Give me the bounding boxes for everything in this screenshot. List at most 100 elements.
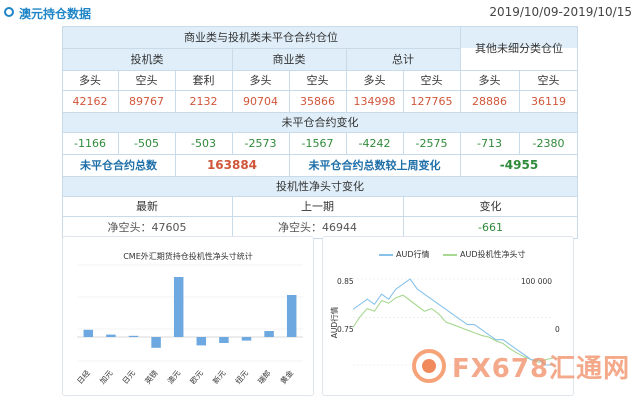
bar-7 [241, 337, 252, 341]
fx678-watermark: FX678汇通网 [412, 344, 630, 388]
bar-category-label: 瑞郎 [255, 368, 272, 386]
grid-line [232, 132, 233, 154]
grid-line [519, 70, 520, 112]
bar-category-label: 日经 [75, 367, 93, 385]
net-position-bar-chart: 日经 加元 日元 英镑 澳元 欧元 新元 纽元 瑞郎 黄金 [75, 264, 303, 386]
fx678-logo-icon [412, 349, 446, 383]
bar-6 [219, 337, 229, 343]
commercial-group-header: 商业类与投机类未平仓合约仓位 [184, 31, 338, 44]
change-cell: -505 [134, 136, 159, 150]
total-header: 总计 [392, 53, 414, 66]
net-position-bar-panel: CME外汇期货持仓投机性净头寸统计 日经 加元 日元 英镑 澳元 欧元 新元 纽元 瑞郎 黄金 [62, 236, 314, 396]
bar-category-label: 加元 [97, 367, 115, 385]
grid-line [519, 132, 520, 154]
bar-9 [286, 295, 297, 337]
grid-line [346, 132, 347, 154]
grid-line [175, 132, 176, 176]
cot-row-net-labels: 最新 上一期 变化 [62, 196, 578, 216]
bar-category-label: 欧元 [188, 367, 206, 385]
value-cell: 127765 [410, 94, 453, 108]
cot-row-totals: 未平仓合约总数 163884 未平仓合约总数较上周变化 -4955 [62, 154, 578, 176]
page-title: 澳元持仓数据 [19, 7, 92, 21]
change-cell: -2380 [532, 136, 565, 150]
label-cell: 多头 [363, 74, 386, 87]
grid-line [403, 132, 404, 154]
date-range: 2019/10/09-2019/10/15 [489, 5, 632, 19]
grid-line [118, 132, 119, 154]
bar-0 [83, 329, 94, 337]
grid-line [175, 70, 176, 112]
watermark-text: FX678汇通网 [452, 353, 631, 384]
other-group-header: 其他未细分类仓位 [475, 42, 563, 55]
bar-4 [173, 277, 184, 337]
bar-category-label: 新元 [210, 367, 228, 385]
change-cell: -1567 [301, 136, 334, 150]
value-cell: 36119 [531, 94, 566, 108]
circle-logo-icon [4, 7, 14, 17]
value-cell: 89767 [129, 94, 164, 108]
grid-line [62, 26, 63, 238]
cot-row-sub-header: 投机类 商业类 总计 [62, 48, 460, 70]
grid-line [232, 196, 233, 238]
previous-label: 上一期 [301, 200, 334, 213]
oi-total-label: 未平仓合约总数 [80, 159, 157, 172]
bar-category-label: 黄金 [278, 367, 296, 385]
grid-line [62, 112, 578, 113]
change-cell: -4242 [358, 136, 391, 150]
grid-line [460, 26, 461, 70]
label-cell: 空头 [135, 74, 158, 87]
value-cell: 42162 [72, 94, 108, 108]
speculative-header: 投机类 [130, 53, 164, 66]
grid-line [346, 48, 347, 70]
net-position-header: 投机性净头寸变化 [276, 180, 364, 193]
grid-line [62, 132, 578, 133]
bar-2 [128, 335, 139, 337]
grid-line [403, 196, 404, 238]
change-cell: -2573 [244, 136, 277, 150]
page-header: 澳元持仓数据 2019/10/09-2019/10/15 [0, 0, 640, 28]
bar-category-label: 澳元 [165, 367, 183, 385]
grid-line [289, 132, 290, 176]
grid-line [62, 70, 578, 71]
grid-line [62, 90, 578, 91]
label-cell: 空头 [420, 74, 443, 87]
grid-line [460, 70, 461, 112]
oi-total-value: 163884 [206, 158, 258, 172]
cot-row-group-header: 商业类与投机类未平仓合约仓位 其他未细分类仓位 [62, 26, 578, 55]
grid-line [460, 132, 461, 176]
oi-change-header: 未平仓合约变化 [281, 116, 359, 129]
bar-8 [264, 331, 274, 337]
cot-row-net-values: 净空头：47605 净空头：46944 -661 [62, 216, 578, 238]
value-cell: 35866 [300, 94, 335, 108]
grid-line [289, 70, 290, 112]
grid-line [62, 48, 460, 49]
grid-line [62, 26, 578, 27]
grid-line [62, 216, 578, 217]
change-label: 变化 [479, 200, 502, 213]
change-cell: -713 [477, 136, 502, 150]
cot-row-values: 42162 89767 2132 90704 35866 134998 1277… [62, 90, 578, 112]
oi-change-value: -4955 [499, 158, 539, 172]
change-cell: -2575 [415, 136, 448, 150]
value-cell: 90704 [243, 94, 278, 108]
latest-label: 最新 [136, 200, 158, 213]
net-change-value: -661 [478, 220, 503, 234]
grid-line [62, 154, 578, 155]
cot-row-position-labels: 多头 空头 套利 多头 空头 多头 空头 多头 空头 [62, 70, 578, 90]
bar-category-label: 英镑 [142, 367, 160, 385]
grid-line [346, 70, 347, 112]
bar-1 [106, 334, 116, 337]
value-cell: 134998 [353, 94, 396, 108]
grid-line [62, 176, 578, 177]
label-cell: 多头 [478, 74, 501, 87]
change-cell: -1166 [74, 136, 106, 150]
cot-row-oi-change-header: 未平仓合约变化 [62, 112, 578, 132]
value-cell: 2132 [189, 94, 218, 108]
commercial-header: 商业类 [272, 53, 306, 66]
oi-change-label: 未平仓合约总数较上周变化 [308, 159, 441, 172]
label-cell: 多头 [249, 74, 272, 87]
grid-line [577, 26, 578, 238]
bar-3 [151, 337, 161, 348]
label-cell: 空头 [537, 74, 560, 87]
change-cell: -503 [191, 136, 216, 150]
